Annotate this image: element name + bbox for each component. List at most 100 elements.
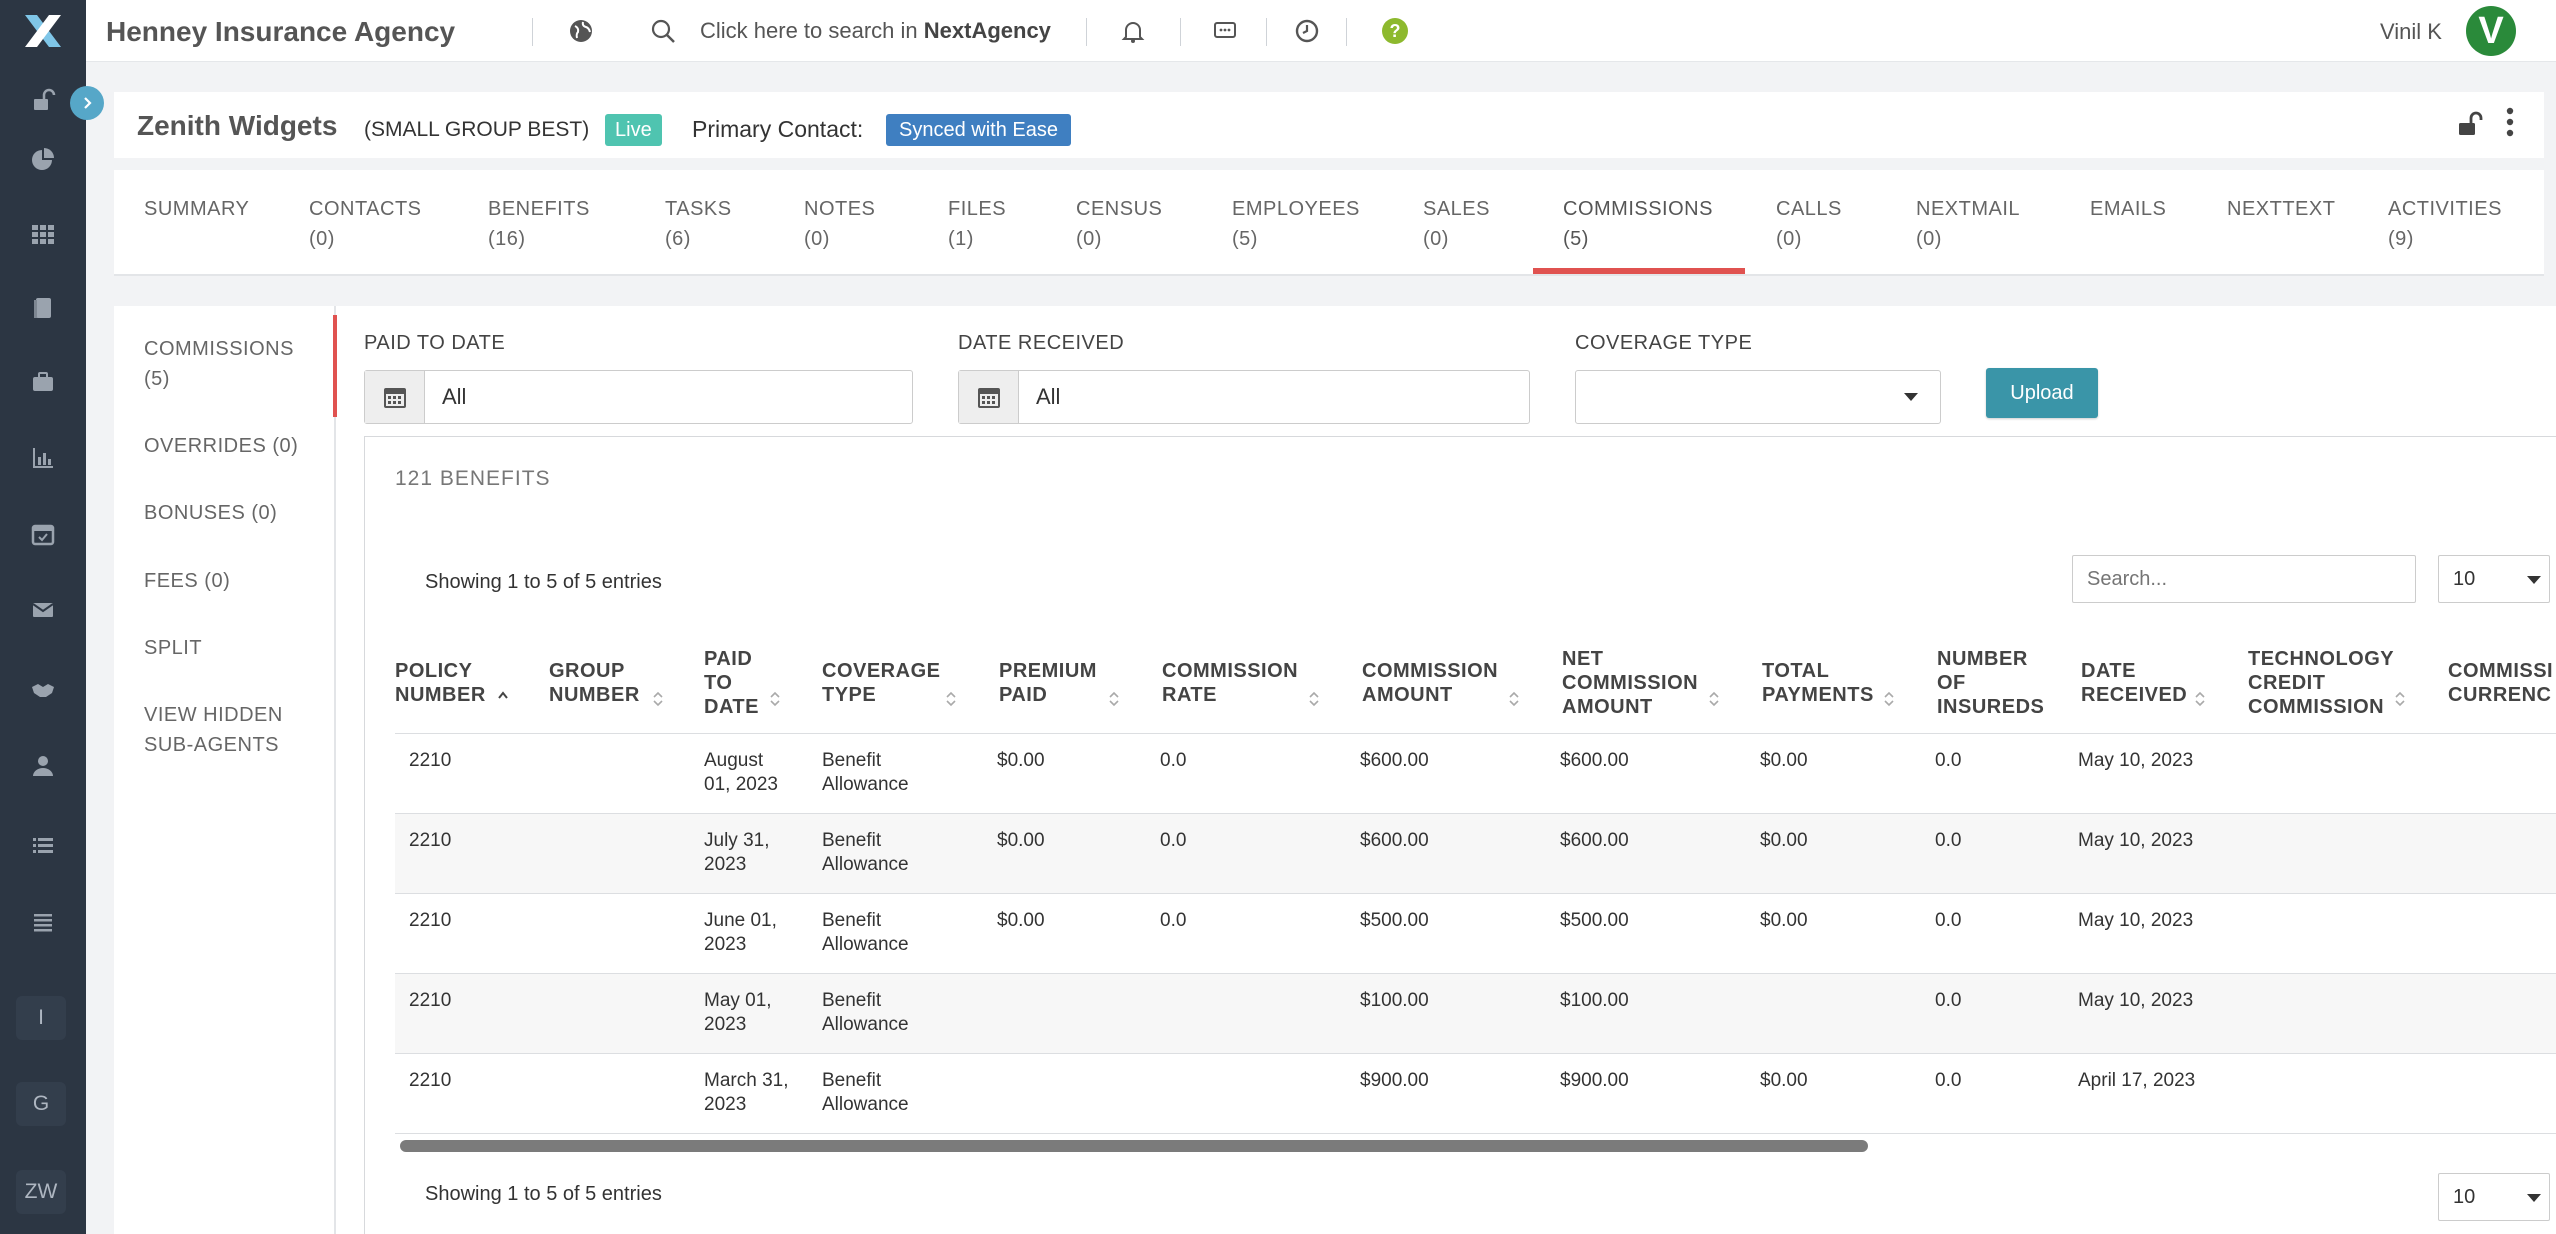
tab-census[interactable]: CENSUS (0) xyxy=(1076,194,1162,254)
col-header-commission-rate[interactable]: COMMISSION RATE xyxy=(1162,659,1298,707)
subnav-overrides[interactable]: OVERRIDES (0) xyxy=(144,431,298,461)
global-search[interactable]: Click here to search in NextAgency xyxy=(700,18,1051,44)
tab-emails[interactable]: EMAILS xyxy=(2090,194,2166,224)
sort-icon[interactable] xyxy=(1708,690,1720,708)
tab-files[interactable]: FILES (1) xyxy=(948,194,1006,254)
paid-to-date-input[interactable]: All xyxy=(364,370,913,424)
tab-notes[interactable]: NOTES (0) xyxy=(804,194,875,254)
horizontal-scrollbar[interactable] xyxy=(400,1140,1868,1152)
subnav-bonuses[interactable]: BONUSES (0) xyxy=(144,498,277,528)
clock-icon[interactable] xyxy=(1292,16,1322,46)
page-length-select[interactable]: 10 xyxy=(2438,555,2550,603)
bell-icon[interactable] xyxy=(1118,16,1148,46)
primary-contact-badge[interactable]: Synced with Ease xyxy=(886,114,1071,146)
tab-contacts[interactable]: CONTACTS (0) xyxy=(309,194,422,254)
col-header-technology-credit-commission[interactable]: TECHNOLOGY CREDIT COMMISSION xyxy=(2248,647,2394,719)
cell-paid-to-date: July 31, 2023 xyxy=(704,829,769,877)
sort-icon[interactable] xyxy=(945,690,957,708)
cell-line: 01, 2023 xyxy=(704,774,778,795)
cell-line: March 31, xyxy=(704,1070,789,1091)
sort-ascending-icon[interactable] xyxy=(497,690,509,708)
help-icon[interactable]: ? xyxy=(1380,16,1410,46)
subnav-view-hidden-sub-agents[interactable]: VIEW HIDDEN SUB-AGENTS xyxy=(144,700,283,760)
unlock-icon[interactable] xyxy=(2456,110,2484,143)
col-header-premium-paid[interactable]: PREMIUM PAID xyxy=(999,659,1097,707)
grid-icon[interactable] xyxy=(0,206,86,262)
agency-name[interactable]: Henney Insurance Agency xyxy=(106,16,455,48)
subnav-commissions[interactable]: COMMISSIONS (5) xyxy=(144,334,294,394)
calendar-icon[interactable] xyxy=(0,506,86,562)
col-header-line: TOTAL xyxy=(1762,660,1830,682)
page-length-select-bottom[interactable]: 10 xyxy=(2438,1173,2550,1221)
chat-icon[interactable] xyxy=(1210,16,1240,46)
more-options-icon[interactable] xyxy=(2504,106,2516,143)
tab-benefits[interactable]: BENEFITS (16) xyxy=(488,194,590,254)
briefcase-icon[interactable] xyxy=(0,354,86,410)
globe-icon[interactable] xyxy=(566,16,596,46)
sort-icon[interactable] xyxy=(1883,690,1895,708)
tab-commissions[interactable]: COMMISSIONS (5) xyxy=(1563,194,1713,254)
sort-icon[interactable] xyxy=(652,690,664,708)
sort-icon[interactable] xyxy=(1508,690,1520,708)
sort-icon[interactable] xyxy=(769,690,781,708)
sort-icon[interactable] xyxy=(2394,690,2406,708)
list-icon[interactable] xyxy=(0,818,86,874)
mail-icon[interactable] xyxy=(0,582,86,638)
sort-icon[interactable] xyxy=(1108,690,1120,708)
rail-shortcut-zw[interactable]: ZW xyxy=(16,1170,66,1214)
account-header: Zenith Widgets (SMALL GROUP BEST) Live P… xyxy=(114,92,2544,158)
tab-activities[interactable]: ACTIVITIES (9) xyxy=(2388,194,2502,254)
col-header-net-commission-amount[interactable]: NET COMMISSION AMOUNT xyxy=(1562,647,1698,719)
date-received-input[interactable]: All xyxy=(958,370,1530,424)
divider xyxy=(1266,18,1267,46)
tab-count: (0) xyxy=(309,228,335,250)
subnav-split[interactable]: SPLIT xyxy=(144,633,202,663)
rail-shortcut-i[interactable]: I xyxy=(16,996,66,1040)
upload-button[interactable]: Upload xyxy=(1986,368,2098,418)
col-header-coverage-type[interactable]: COVERAGE TYPE xyxy=(822,659,940,707)
col-header-line: COMMISSI xyxy=(2448,660,2554,682)
sort-icon[interactable] xyxy=(1308,690,1320,708)
tab-nexttext[interactable]: NEXTTEXT xyxy=(2227,194,2335,224)
svg-text:?: ? xyxy=(1390,21,1401,41)
tab-summary[interactable]: SUMMARY xyxy=(144,194,249,224)
coverage-type-label: COVERAGE TYPE xyxy=(1575,332,1753,354)
tab-employees[interactable]: EMPLOYEES (5) xyxy=(1232,194,1360,254)
tab-sales[interactable]: SALES (0) xyxy=(1423,194,1490,254)
sort-icon[interactable] xyxy=(2194,690,2206,708)
col-header-commission-currency[interactable]: COMMISSI CURRENC xyxy=(2448,659,2553,707)
rail-shortcut-g[interactable]: G xyxy=(16,1082,66,1126)
col-header-paid-to-date[interactable]: PAID TO DATE xyxy=(704,647,759,719)
col-header-commission-amount[interactable]: COMMISSION AMOUNT xyxy=(1362,659,1498,707)
col-header-policy-number[interactable]: POLICY NUMBER xyxy=(395,659,486,707)
nextagency-logo[interactable] xyxy=(0,0,86,62)
handshake-icon[interactable] xyxy=(0,662,86,718)
subnav-fees[interactable]: FEES (0) xyxy=(144,566,230,596)
expand-sidebar-button[interactable] xyxy=(70,86,104,120)
col-header-date-received[interactable]: DATE RECEIVED xyxy=(2081,659,2187,707)
coverage-type-select[interactable] xyxy=(1575,370,1941,424)
bar-chart-icon[interactable] xyxy=(0,430,86,486)
calendar-icon[interactable] xyxy=(365,371,425,423)
tab-calls[interactable]: CALLS (0) xyxy=(1776,194,1842,254)
user-icon[interactable] xyxy=(0,738,86,794)
col-header-line: CREDIT xyxy=(2248,672,2326,694)
pie-chart-icon[interactable] xyxy=(0,132,86,188)
tab-tasks[interactable]: TASKS (6) xyxy=(665,194,732,254)
col-header-number-of-insureds[interactable]: NUMBER OF INSUREDS xyxy=(1937,647,2044,719)
col-header-total-payments[interactable]: TOTAL PAYMENTS xyxy=(1762,659,1874,707)
avatar[interactable]: V xyxy=(2466,6,2516,56)
tab-nextmail[interactable]: NEXTMAIL (0) xyxy=(1916,194,2020,254)
user-name[interactable]: Vinil K xyxy=(2380,19,2442,45)
table-search-input[interactable] xyxy=(2072,555,2416,603)
calendar-icon[interactable] xyxy=(959,371,1019,423)
book-icon[interactable] xyxy=(0,280,86,336)
menu-lines-icon[interactable] xyxy=(0,894,86,950)
subnav-label: BONUSES (0) xyxy=(144,502,278,524)
divider xyxy=(1086,18,1087,46)
tab-label: TASKS xyxy=(665,198,732,220)
cell-premium-paid: $0.00 xyxy=(997,910,1045,931)
search-icon[interactable] xyxy=(648,16,678,46)
subnav-label: COMMISSIONS xyxy=(144,338,294,360)
col-header-group-number[interactable]: GROUP NUMBER xyxy=(549,659,640,707)
